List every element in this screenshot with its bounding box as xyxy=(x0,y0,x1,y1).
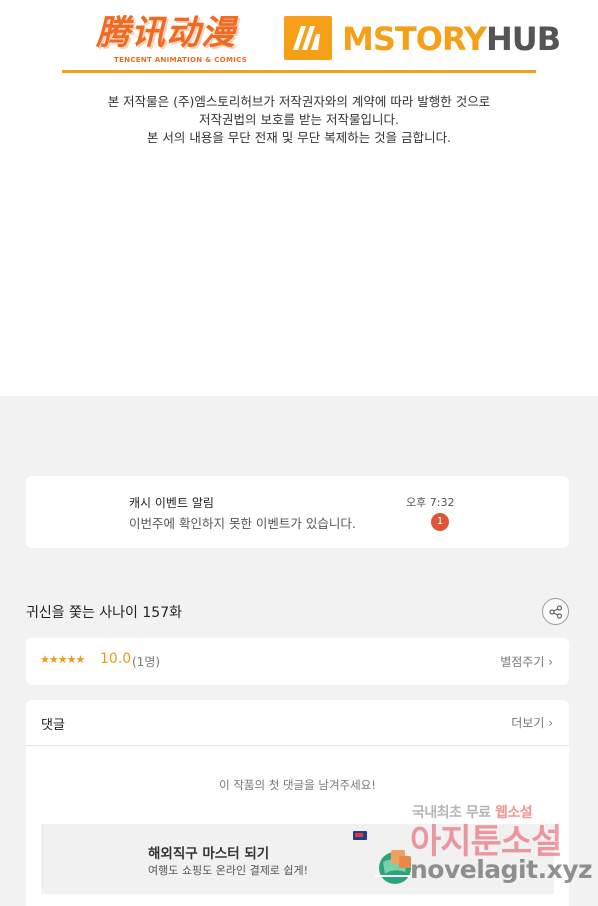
copyright-line-2: 저작권법의 보호를 받는 저작물입니다. xyxy=(199,112,399,127)
notification-time: 오후 7:32 xyxy=(406,496,455,509)
tencent-logo: 腾讯动漫 TENCENT ANIMATION & COMICS xyxy=(96,12,247,70)
event-notification[interactable]: 캐시 이벤트 알림 오후 7:32 이번주에 확인하지 못한 이벤트가 있습니다… xyxy=(26,476,569,548)
episode-title: 귀신을 쫓는 사나이 157화 xyxy=(26,605,182,621)
star-rating-icons: ★★★★★ xyxy=(40,653,85,666)
credit-card-icon xyxy=(353,831,367,840)
copyright-line-3: 본 서의 내용을 무단 전재 및 무단 복제하는 것을 금합니다. xyxy=(146,130,452,145)
header-divider xyxy=(62,70,536,73)
copyright-page: 腾讯动漫 TENCENT ANIMATION & COMICS MSTORYHU… xyxy=(0,0,598,396)
notification-title: 캐시 이벤트 알림 xyxy=(129,496,214,510)
comments-title: 댓글 xyxy=(41,718,65,733)
copyright-notice: 본 저작물은 (주)엠스토리허브가 저작권자와의 계약에 따라 발행한 것으로 … xyxy=(40,93,558,147)
comments-divider xyxy=(26,745,569,746)
ad-title: 해외직구 마스터 되기 xyxy=(148,846,270,862)
mstoryhub-logo-text: MSTORYHUB xyxy=(342,20,561,58)
rating-card: ★★★★★ 10.0 (1명) 별점주기 › xyxy=(26,638,569,685)
copyright-line-1: 본 저작물은 (주)엠스토리허브가 저작권자와의 계약에 따라 발행한 것으로 xyxy=(107,94,491,109)
publisher-logos: 腾讯动漫 TENCENT ANIMATION & COMICS MSTORYHU… xyxy=(62,10,561,72)
share-icon xyxy=(549,605,563,619)
tencent-logo-subtitle: TENCENT ANIMATION & COMICS xyxy=(114,56,248,64)
comments-empty-message: 이 작품의 첫 댓글을 남겨주세요! xyxy=(219,778,376,792)
watermark-url: novelagit.xyz xyxy=(410,855,593,884)
rating-score: 10.0 xyxy=(100,651,132,667)
notification-count-badge: 1 xyxy=(431,513,449,531)
share-button[interactable] xyxy=(542,598,569,625)
ad-subtitle: 여행도 쇼핑도 온라인 결제로 쉽게! xyxy=(148,864,309,877)
comments-more-link[interactable]: 더보기 › xyxy=(511,714,553,731)
mstoryhub-logo-icon xyxy=(284,16,332,60)
site-watermark: 국내최초 무료 웹소설 아지툰소설 novelagit.xyz xyxy=(410,798,598,906)
tencent-logo-text: 腾讯动漫 xyxy=(96,13,236,53)
notification-body: 이번주에 확인하지 못한 이벤트가 있습니다. xyxy=(129,516,356,531)
rating-count: (1명) xyxy=(132,655,161,669)
rate-button[interactable]: 별점주기 › xyxy=(500,653,553,670)
